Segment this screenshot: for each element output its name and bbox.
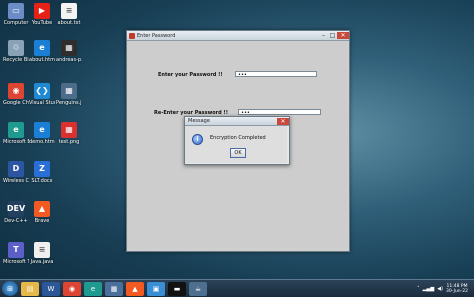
desktop-icon-image: ▦ bbox=[61, 40, 77, 56]
desktop-icon[interactable]: ▦andreas-p... bbox=[56, 40, 82, 63]
taskbar-word-icon[interactable]: W bbox=[42, 281, 60, 296]
desktop-icon-image: ♲ bbox=[8, 40, 24, 56]
desktop-icon-label: Computer bbox=[3, 20, 29, 26]
taskbar-chrome-icon[interactable]: ◉ bbox=[63, 281, 81, 296]
desktop-icon-label: Microsoft Edge bbox=[3, 139, 29, 145]
desktop-icon-label: Brave bbox=[34, 218, 50, 224]
desktop-icon-label: about.html bbox=[29, 57, 55, 63]
desktop-icon-label: Dev-C++ bbox=[4, 218, 28, 224]
desktop-icon[interactable]: ♲ Recycle Bin bbox=[3, 40, 29, 63]
desktop-icon-image: ▦ bbox=[61, 122, 77, 138]
desktop-icon-image: DEV bbox=[7, 201, 25, 217]
desktop-icon-image: ❮❯ bbox=[34, 83, 50, 99]
desktop-icon[interactable]: e about.html bbox=[29, 40, 55, 63]
volume-icon[interactable]: ◀) bbox=[437, 286, 443, 292]
desktop-icon-image: e bbox=[34, 122, 50, 138]
desktop-icon-label: Java.java bbox=[30, 259, 54, 265]
window-title: Enter Password bbox=[137, 32, 176, 39]
taskbar-brave-icon[interactable]: ▲ bbox=[126, 281, 144, 296]
ok-button[interactable]: OK bbox=[230, 148, 246, 158]
clock-time: 11:48 PM bbox=[446, 283, 468, 289]
java-app-icon bbox=[129, 32, 135, 39]
desktop-icon-label: about.txt bbox=[57, 20, 81, 26]
desktop-icon[interactable]: ▶ YouTube bbox=[29, 3, 55, 26]
desktop-icon-image: D bbox=[8, 161, 24, 177]
desktop-icon[interactable]: ▭ Computer bbox=[3, 3, 29, 26]
desktop-icon-label: YouTube bbox=[31, 20, 53, 26]
close-button[interactable]: ✕ bbox=[337, 32, 349, 39]
desktop-icon[interactable]: DEV Dev-C++ bbox=[3, 201, 29, 224]
taskbar-cmd-icon[interactable]: ▬ bbox=[168, 281, 186, 296]
desktop-icon-label: Penguins.jpg bbox=[56, 100, 82, 106]
desktop-icon[interactable]: ❮❯Visual Studio Code bbox=[29, 83, 55, 106]
taskbar-items: ▤ W ◉ e ▦ ▲ ▣ ▬ ☕ bbox=[18, 281, 207, 296]
reenter-password-field[interactable]: ••• bbox=[238, 109, 321, 116]
desktop-icon-image: e bbox=[8, 122, 24, 138]
desktop-icon[interactable]: DWireless Connecti... bbox=[3, 161, 29, 184]
taskbar: ⊞ ▤ W ◉ e ▦ ▲ ▣ ▬ ☕ ˄ ▂▄▆ ◀) 11:48 PM 30-Jun-22 bbox=[0, 279, 474, 297]
start-button[interactable]: ⊞ bbox=[2, 281, 18, 296]
window-titlebar[interactable]: Enter Password – □ ✕ bbox=[127, 31, 349, 41]
dialog-titlebar[interactable]: Message ✕ bbox=[185, 117, 289, 126]
desktop-icon-label: Microsoft Teams bbox=[3, 259, 29, 265]
desktop-icon-image: T bbox=[8, 242, 24, 258]
desktop-icon[interactable]: ▲ Brave bbox=[29, 201, 55, 224]
clock[interactable]: 11:48 PM 30-Jun-22 bbox=[446, 284, 468, 294]
desktop-icon-label: demo.html bbox=[29, 139, 55, 145]
dialog-close-button[interactable]: ✕ bbox=[277, 117, 289, 125]
desktop-icon[interactable]: ▦ test.png bbox=[56, 122, 82, 145]
taskbar-edge-icon[interactable]: e bbox=[84, 281, 102, 296]
desktop-icon-label: test.png bbox=[58, 139, 80, 145]
taskbar-explorer-icon[interactable]: ▤ bbox=[21, 281, 39, 296]
desktop-icon[interactable]: ≡ Java.java bbox=[29, 242, 55, 265]
desktop-icon[interactable]: eMicrosoft Edge bbox=[3, 122, 29, 145]
desktop-icon-image: ≡ bbox=[34, 242, 50, 258]
desktop-icon-label: andreas-p... bbox=[56, 57, 82, 63]
desktop-icon[interactable]: TMicrosoft Teams bbox=[3, 242, 29, 265]
clock-date: 30-Jun-22 bbox=[446, 288, 468, 294]
system-tray: ˄ ▂▄▆ ◀) 11:48 PM 30-Jun-22 bbox=[417, 284, 474, 294]
desktop-icon-image: ◉ bbox=[8, 83, 24, 99]
desktop-icon-image: Z bbox=[34, 161, 50, 177]
desktop-icon-label: SLT.docx bbox=[31, 178, 53, 184]
desktop-icon-image: e bbox=[34, 40, 50, 56]
taskbar-java-icon[interactable]: ☕ bbox=[189, 281, 207, 296]
taskbar-app-icon[interactable]: ▦ bbox=[105, 281, 123, 296]
desktop-icon-label: Google Chrome bbox=[3, 100, 29, 106]
desktop-icon[interactable]: ≡ about.txt bbox=[56, 3, 82, 26]
password-label: Enter your Password !! bbox=[158, 72, 223, 78]
desktop-icon-image: ▶ bbox=[34, 3, 50, 19]
desktop-icon-image: ≡ bbox=[61, 3, 77, 19]
minimize-button[interactable]: – bbox=[319, 32, 328, 39]
network-icon[interactable]: ▂▄▆ bbox=[423, 286, 435, 292]
desktop-icon-label: Recycle Bin bbox=[3, 57, 29, 63]
dialog-body: i Encryption Completed OK bbox=[185, 126, 287, 163]
dialog-message: Encryption Completed bbox=[210, 135, 266, 141]
desktop-icon[interactable]: e demo.html bbox=[29, 122, 55, 145]
desktop-icon[interactable]: ▦Penguins.jpg bbox=[56, 83, 82, 106]
desktop-icon-label: Visual Studio Code bbox=[29, 100, 55, 106]
info-icon: i bbox=[192, 134, 203, 145]
desktop-icon-image: ▲ bbox=[34, 201, 50, 217]
maximize-button[interactable]: □ bbox=[328, 32, 337, 39]
taskbar-store-icon[interactable]: ▣ bbox=[147, 281, 165, 296]
password-field[interactable]: ••• bbox=[235, 71, 317, 78]
chevron-up-icon[interactable]: ˄ bbox=[417, 286, 420, 292]
dialog-title: Message bbox=[188, 118, 210, 124]
message-dialog: Message ✕ i Encryption Completed OK bbox=[184, 116, 290, 165]
desktop-icon-label: Wireless Connecti... bbox=[3, 178, 29, 184]
desktop-icon-image: ▭ bbox=[8, 3, 24, 19]
desktop-icon[interactable]: Z SLT.docx bbox=[29, 161, 55, 184]
desktop-icon-image: ▦ bbox=[61, 83, 77, 99]
desktop-icon[interactable]: ◉Google Chrome bbox=[3, 83, 29, 106]
